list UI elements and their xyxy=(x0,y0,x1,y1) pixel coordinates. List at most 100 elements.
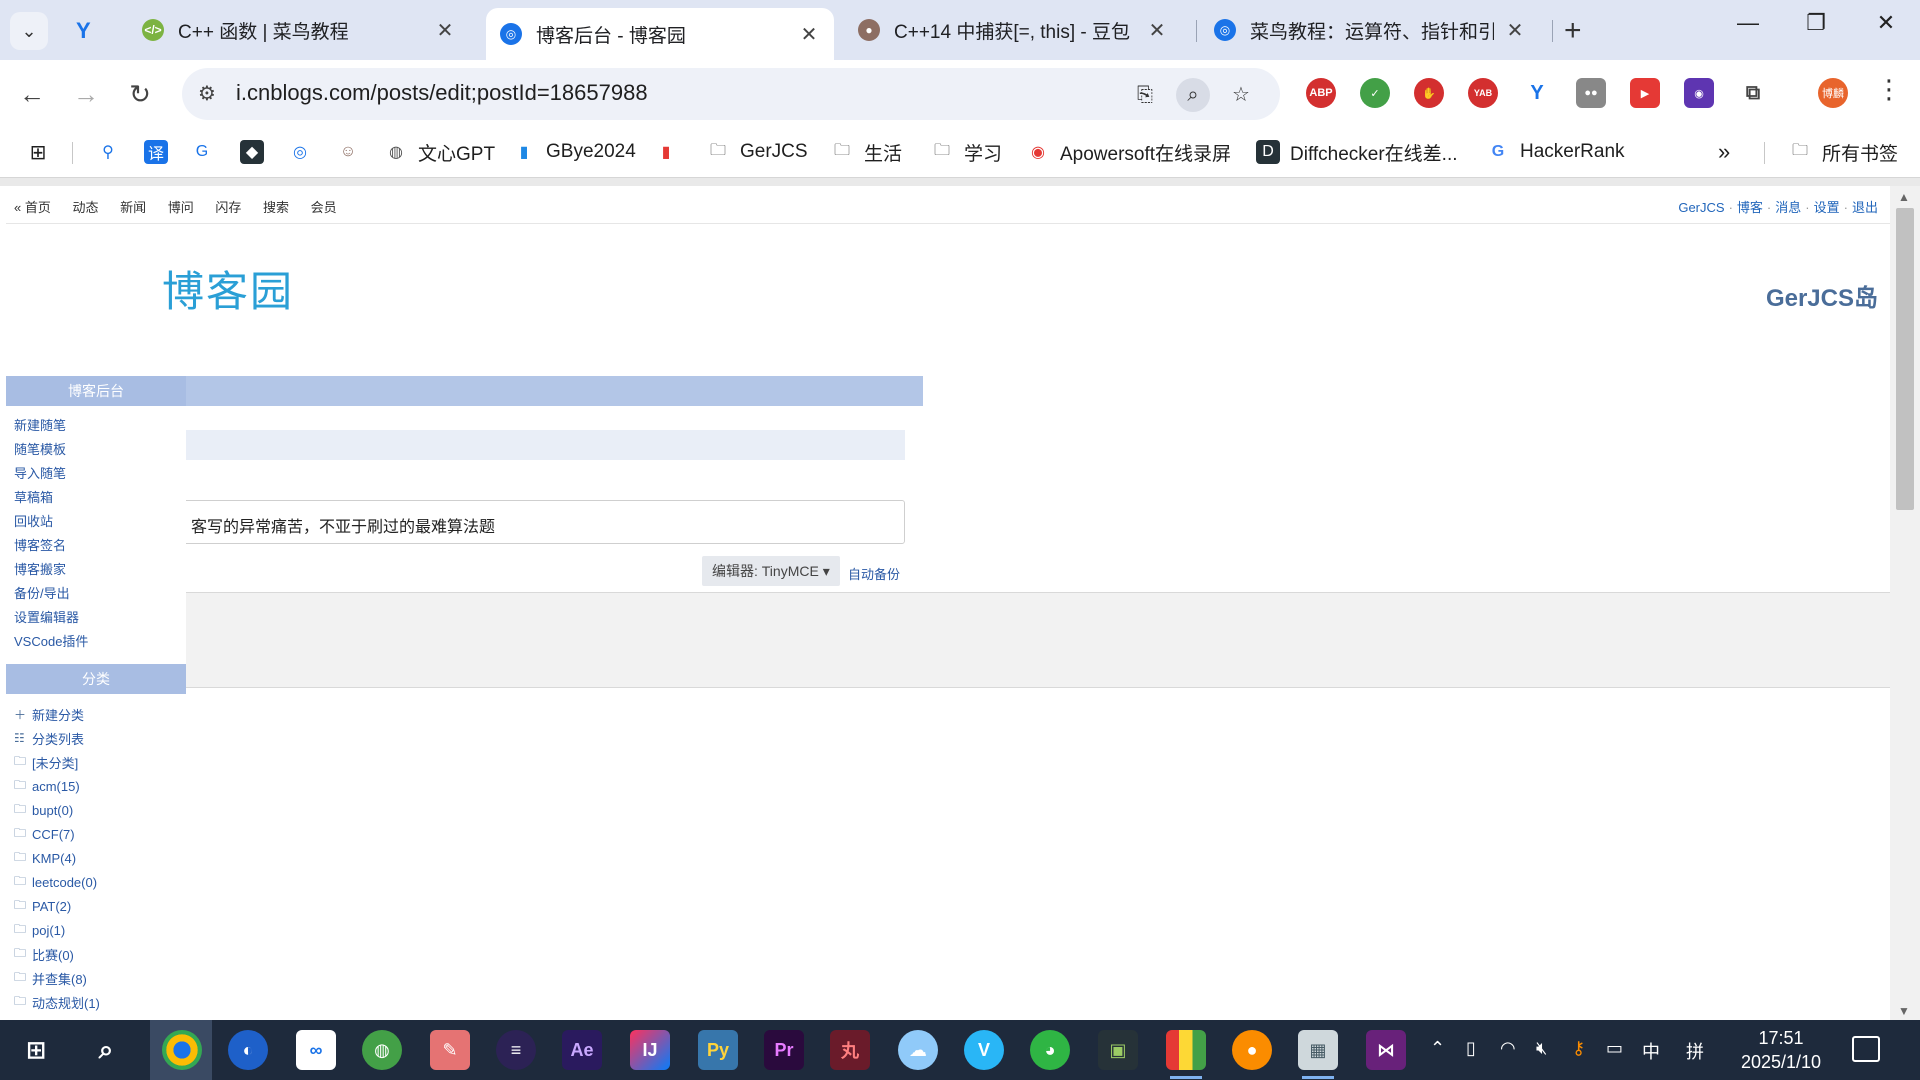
bookmark-folder-gerjcs[interactable]: 🗀 GerJCS xyxy=(706,138,808,166)
category-item[interactable]: 🗀 bupt(0) xyxy=(14,798,186,822)
sidebar-item-backup[interactable]: 备份/导出 xyxy=(14,582,186,606)
category-item[interactable]: 🗀 并查集(8) xyxy=(14,966,186,990)
category-item[interactable]: 🗀 CCF(7) xyxy=(14,822,186,846)
sidebar-item-signature[interactable]: 博客签名 xyxy=(14,534,186,558)
new-tab-button[interactable]: + xyxy=(1564,14,1582,48)
sidebar-item-vscode[interactable]: VSCode插件 xyxy=(14,630,186,654)
install-app-icon[interactable]: ⎘ xyxy=(1128,78,1162,112)
reload-button[interactable]: ↻ xyxy=(120,74,160,114)
scrollbar-thumb[interactable] xyxy=(1896,208,1914,510)
nav-messages-link[interactable]: 消息 xyxy=(1775,200,1801,215)
close-icon[interactable]: ✕ xyxy=(1504,18,1526,43)
sidebar-item-post-template[interactable]: 随笔模板 xyxy=(14,438,186,462)
nav-member-link[interactable]: 会员 xyxy=(311,200,337,215)
tab-search-button[interactable]: ⌄ xyxy=(10,12,48,50)
minimize-icon[interactable]: — xyxy=(1728,10,1768,36)
eclipse-app-icon[interactable]: ≡ xyxy=(496,1030,536,1070)
wifi-icon[interactable]: ◠ xyxy=(1500,1038,1516,1059)
globe-app-icon[interactable]: ◍ xyxy=(362,1030,402,1070)
bookmark-wenxin[interactable]: ◍ 文心GPT xyxy=(384,138,495,166)
restore-icon[interactable]: ❐ xyxy=(1796,10,1836,36)
tray-tablet-icon[interactable]: ▯ xyxy=(1466,1038,1476,1059)
orange-app-icon[interactable]: ● xyxy=(1232,1030,1272,1070)
tray-chevron-up-icon[interactable]: ⌃ xyxy=(1430,1038,1445,1059)
page-scrollbar[interactable]: ▲ ▼ xyxy=(1890,186,1920,1020)
profile-avatar[interactable]: 博麟 xyxy=(1818,78,1848,108)
firefox-app-icon[interactable]: ◐ xyxy=(228,1030,268,1070)
puzzle-extensions-icon[interactable]: ⧉ xyxy=(1738,78,1768,108)
bookmark-chart[interactable]: ▮ xyxy=(654,138,688,166)
category-item[interactable]: 🗀 KMP(4) xyxy=(14,846,186,870)
image-viewer-app-icon[interactable]: ▦ xyxy=(1298,1030,1338,1070)
baidu-netdisk-app-icon[interactable]: ∞ xyxy=(296,1030,336,1070)
bookmark-gbye[interactable]: ▮ GBye2024 xyxy=(512,138,636,166)
visual-studio-app-icon[interactable]: ⋈ xyxy=(1366,1030,1406,1070)
blog-name[interactable]: GerJCS岛 xyxy=(1766,278,1878,313)
vector-app-icon[interactable]: V xyxy=(964,1030,1004,1070)
eraser-app-icon[interactable]: ✎ xyxy=(430,1030,470,1070)
window-close-icon[interactable]: ✕ xyxy=(1866,10,1906,36)
notification-center-icon[interactable] xyxy=(1852,1036,1880,1062)
post-title-input[interactable]: 客写的异常痛苦，不亚于刷过的最难算法题 xyxy=(176,500,905,544)
wechat-app-icon[interactable]: ◕ xyxy=(1030,1030,1070,1070)
volume-muted-icon[interactable]: 🔇︎ xyxy=(1536,1038,1547,1059)
nav-logout-link[interactable]: 退出 xyxy=(1852,200,1878,215)
nav-activity-link[interactable]: 动态 xyxy=(72,200,98,215)
nav-user-link[interactable]: GerJCS xyxy=(1678,200,1724,215)
bookmark-translate[interactable]: 译 xyxy=(144,138,178,166)
close-icon[interactable]: ✕ xyxy=(1146,18,1168,43)
battery-icon[interactable]: ▭ xyxy=(1606,1038,1623,1059)
new-category-button[interactable]: ＋ 新建分类 xyxy=(14,702,186,726)
shield-extension-icon[interactable]: ✓ xyxy=(1360,78,1390,108)
category-item[interactable]: 🗀 PAT(2) xyxy=(14,894,186,918)
sidebar-item-drafts[interactable]: 草稿箱 xyxy=(14,486,186,510)
ime-language[interactable]: 中 xyxy=(1642,1038,1660,1064)
scroll-down-icon[interactable]: ▼ xyxy=(1898,1004,1910,1018)
tab-cpp-functions[interactable]: </> C++ 函数 | 菜鸟教程 ✕ xyxy=(128,8,470,52)
bookmark-avatar[interactable]: ☺ xyxy=(336,138,370,166)
after-effects-app-icon[interactable]: Ae xyxy=(562,1030,602,1070)
bookmark-folder-study[interactable]: 🗀 学习 xyxy=(930,138,1002,166)
windows-start-icon[interactable]: ⊞ xyxy=(16,1030,56,1070)
premiere-app-icon[interactable]: Pr xyxy=(764,1030,804,1070)
zoom-icon[interactable]: ⌕ xyxy=(1176,78,1210,112)
bookmark-hackerrank[interactable]: G HackerRank xyxy=(1486,138,1625,166)
bookmark-folder-life[interactable]: 🗀 生活 xyxy=(830,138,902,166)
category-item[interactable]: 🗀 [未分类] xyxy=(14,750,186,774)
bookmark-apowersoft[interactable]: ◉ Apowersoft在线录屏 xyxy=(1026,138,1231,166)
nav-settings-link[interactable]: 设置 xyxy=(1814,200,1840,215)
apps-grid-icon[interactable]: ⊞ xyxy=(26,138,60,166)
autosave-link[interactable]: 自动备份 xyxy=(848,564,900,583)
colorful-app-icon[interactable] xyxy=(1166,1030,1206,1070)
nav-home-link[interactable]: « 首页 xyxy=(14,200,51,215)
adblock-extension-icon[interactable]: ABP xyxy=(1306,78,1336,108)
back-button[interactable]: ← xyxy=(12,74,52,114)
menu-kebab-icon[interactable]: ⋮ xyxy=(1876,74,1902,105)
category-item[interactable]: 🗀 比赛(0) xyxy=(14,942,186,966)
tab-doubao[interactable]: ● C++14 中捕获[=, this] - 豆包 ✕ xyxy=(844,8,1182,52)
address-bar[interactable]: ⚙ i.cnblogs.com/posts/edit;postId=186579… xyxy=(182,68,1280,120)
sidebar-item-trash[interactable]: 回收站 xyxy=(14,510,186,534)
site-info-icon[interactable]: ⚙ xyxy=(198,81,216,106)
vpn-extension-icon[interactable]: Y xyxy=(1522,78,1552,108)
vpn-extension-icon[interactable]: Y xyxy=(76,18,91,44)
nav-search-link[interactable]: 搜索 xyxy=(263,200,289,215)
python-app-icon[interactable]: Py xyxy=(698,1030,738,1070)
bookmark-codepen[interactable]: ◆ xyxy=(240,138,274,166)
wanjuan-app-icon[interactable]: 丸 xyxy=(830,1030,870,1070)
terminal-app-icon[interactable]: ▣ xyxy=(1098,1030,1138,1070)
nav-blog-link[interactable]: 博客 xyxy=(1737,200,1763,215)
cnblogs-logo[interactable]: 博客园 xyxy=(162,258,294,319)
cloud-app-icon[interactable]: ☁ xyxy=(898,1030,938,1070)
url-text[interactable]: i.cnblogs.com/posts/edit;postId=18657988 xyxy=(236,80,648,106)
category-list-button[interactable]: ☷ 分类列表 xyxy=(14,726,186,750)
intellij-app-icon[interactable]: IJ xyxy=(630,1030,670,1070)
editor-body-area[interactable] xyxy=(186,592,1890,688)
sidebar-item-migrate[interactable]: 博客搬家 xyxy=(14,558,186,582)
bookmark-search[interactable]: ⚲ xyxy=(96,138,130,166)
more-bookmarks-button[interactable]: » xyxy=(1718,138,1730,166)
screenshot-extension-icon[interactable]: ◉ xyxy=(1684,78,1714,108)
bookmark-google-translate[interactable]: G xyxy=(190,138,224,166)
forward-button[interactable]: → xyxy=(66,74,106,114)
chrome-app-icon[interactable] xyxy=(162,1030,202,1070)
